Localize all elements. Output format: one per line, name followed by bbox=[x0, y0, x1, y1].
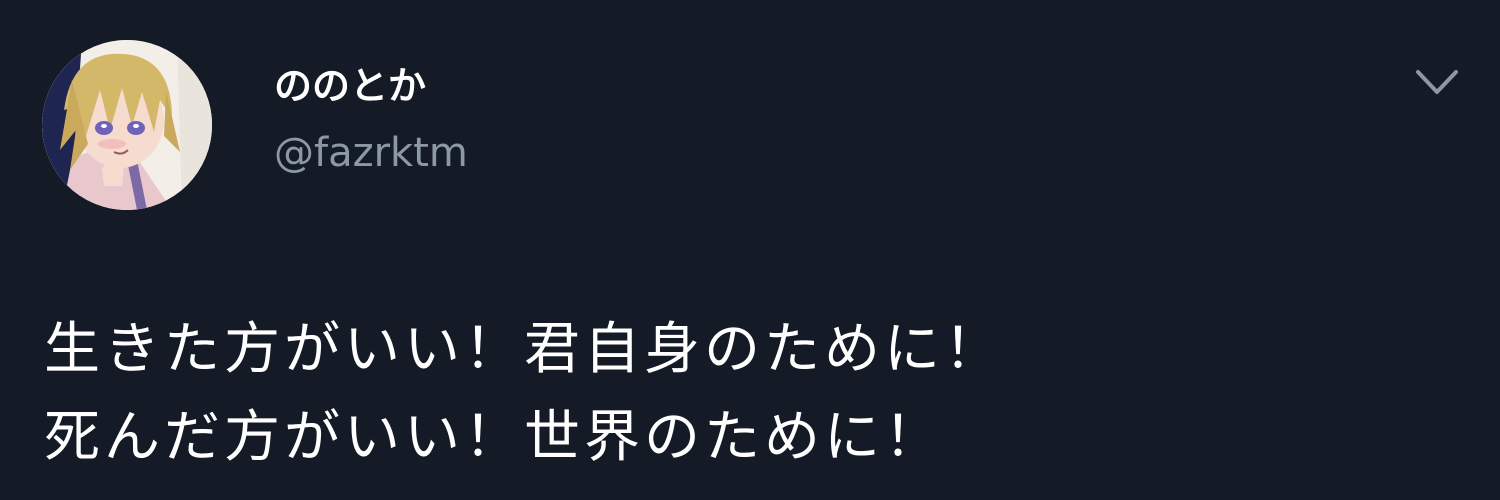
user-handle[interactable]: @fazrktm bbox=[274, 128, 468, 178]
tweet-text: 生きた方がいい！君自身のために！ 死んだ方がいい！世界のために！ bbox=[44, 306, 1464, 482]
tweet-card: ののとか @fazrktm 生きた方がいい！君自身のために！ 死んだ方がいい！世… bbox=[0, 0, 1500, 500]
avatar-image bbox=[42, 40, 212, 210]
avatar[interactable] bbox=[42, 40, 212, 210]
chevron-down-icon bbox=[1416, 70, 1458, 94]
tweet-text-line: 死んだ方がいい！世界のために！ bbox=[44, 405, 944, 470]
tweet-menu-button[interactable] bbox=[1410, 62, 1464, 102]
tweet-text-line: 生きた方がいい！君自身のために！ bbox=[44, 317, 1004, 382]
display-name[interactable]: ののとか bbox=[274, 62, 426, 110]
